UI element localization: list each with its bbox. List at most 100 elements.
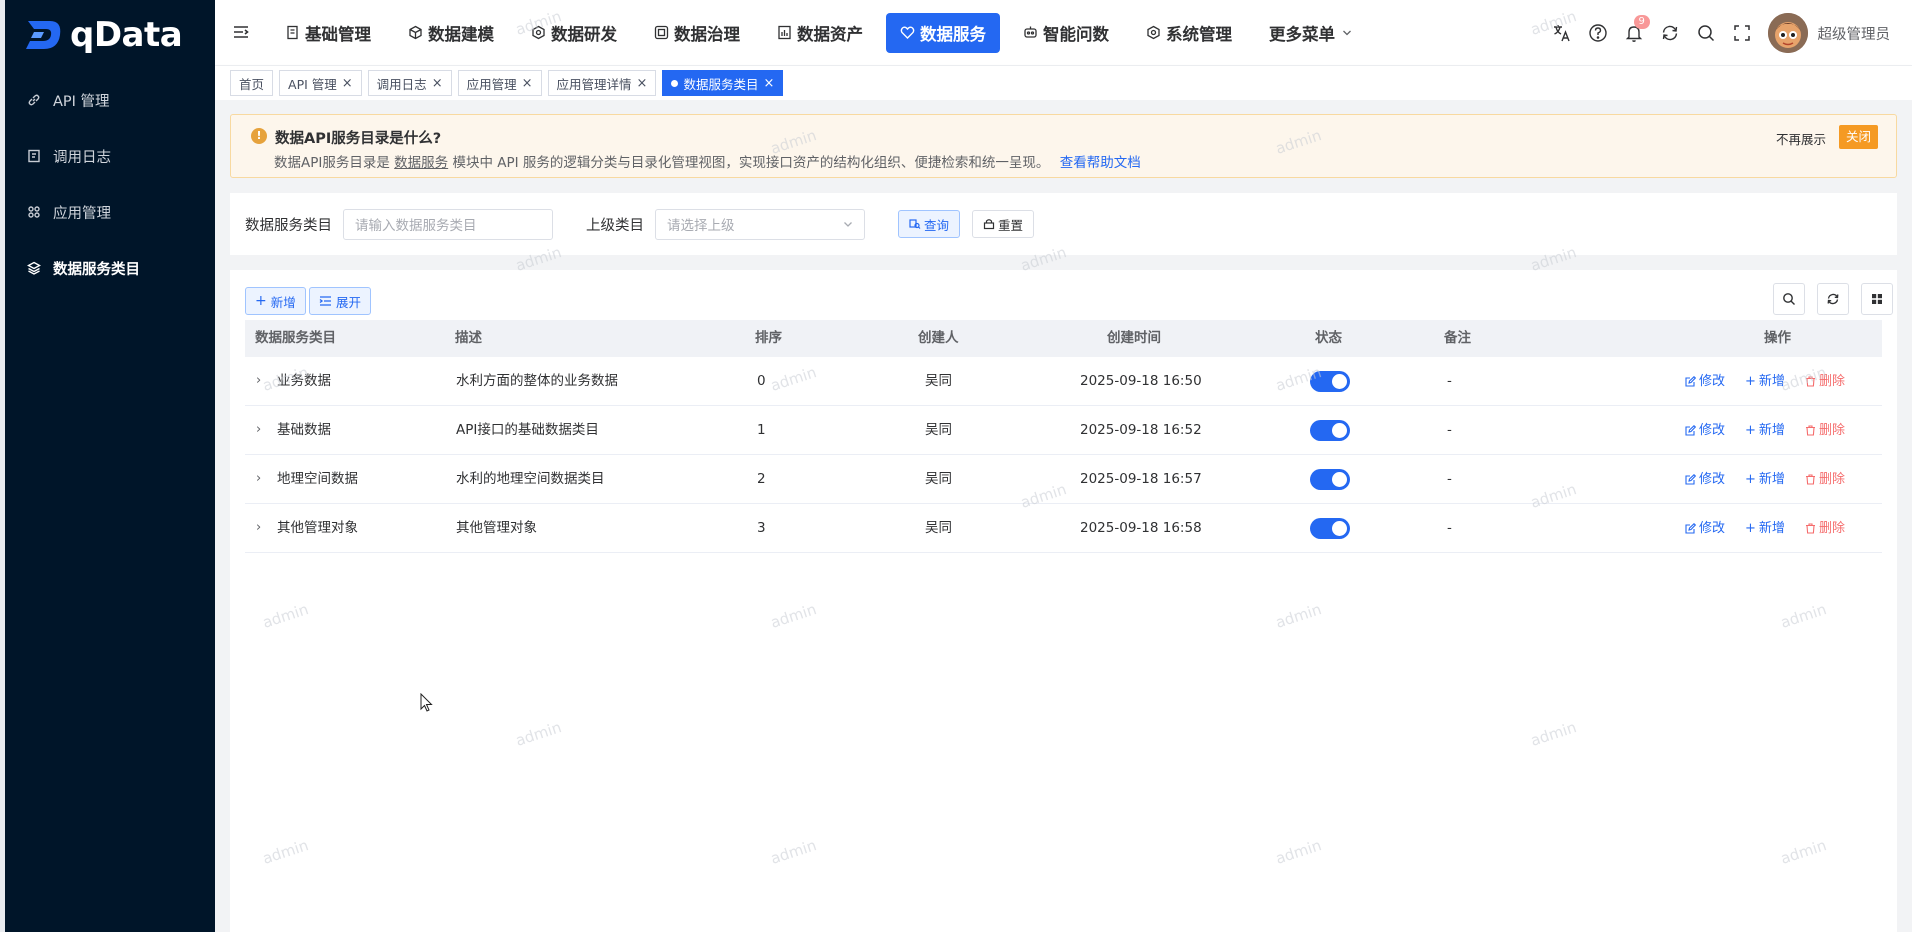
layers-icon [27,261,41,275]
cell-remark: - [1447,422,1452,438]
tag-app[interactable]: 应用管理 × [457,70,542,96]
close-icon[interactable]: × [522,76,533,91]
help-icon[interactable] [1588,23,1608,43]
logo[interactable]: qData [5,0,215,70]
delete-button[interactable]: 删除 [1805,504,1855,553]
bell-icon[interactable]: 9 [1624,15,1650,43]
add-button[interactable]: + 新增 [245,287,306,315]
refresh-icon[interactable] [1660,23,1680,43]
status-switch[interactable] [1310,469,1350,490]
cell-created-time: 2025-09-18 16:57 [1080,471,1202,487]
tag-app-detail[interactable]: 应用管理详情 × [547,70,657,96]
row-actions: 修改 + 新增 删除 [1685,357,1865,406]
tag-api[interactable]: API 管理 × [279,70,362,96]
tag-home[interactable]: 首页 [230,70,274,96]
expand-arrow-icon[interactable]: › [256,455,261,502]
sidebar-item-api[interactable]: API 管理 [5,72,215,128]
status-switch[interactable] [1310,518,1350,539]
add-child-button[interactable]: + 新增 [1745,357,1795,406]
app-icon [27,205,41,219]
nav-item-governance[interactable]: 数据治理 [640,13,754,53]
tag-label: 首页 [239,76,265,92]
add-label: 新增 [1758,423,1785,438]
cell-creator: 吴同 [925,422,952,438]
help-doc-link[interactable]: 查看帮助文档 [1060,155,1141,171]
cell-desc: 水利的地理空间数据类目 [456,471,605,487]
close-icon[interactable]: × [763,76,774,91]
nav-item-dev[interactable]: 数据研发 [517,13,631,53]
add-child-button[interactable]: + 新增 [1745,406,1795,455]
expand-button[interactable]: 展开 [309,287,372,315]
parent-select[interactable]: 请选择上级 [655,208,865,240]
nav-item-label: 更多菜单 [1269,24,1335,44]
edit-button[interactable]: 修改 [1685,357,1735,406]
add-child-button[interactable]: + 新增 [1745,455,1795,504]
dont-show-again-button[interactable]: 不再展示 [1776,129,1826,148]
tag-label: 应用管理详情 [556,76,632,92]
cell-category: 业务数据 [277,373,331,389]
nav-item-basic[interactable]: 基础管理 [271,13,385,53]
edit-label: 修改 [1699,423,1726,438]
nav-item-system[interactable]: 系统管理 [1132,13,1246,53]
sidebar-item-log[interactable]: 调用日志 [5,128,215,184]
translate-icon[interactable] [1552,23,1572,43]
table-row[interactable]: › 基础数据 API接口的基础数据类目 1 吴同 2025-09-18 16:5… [245,406,1882,455]
fullscreen-icon[interactable] [1732,23,1752,43]
cell-creator: 吴同 [925,520,952,536]
table-row[interactable]: › 业务数据 水利方面的整体的业务数据 0 吴同 2025-09-18 16:5… [245,357,1882,406]
nav-item-ai[interactable]: 智能问数 [1009,13,1123,53]
sidebar-item-category[interactable]: 数据服务类目 [5,240,215,296]
avatar[interactable] [1767,13,1808,53]
tag-category[interactable]: 数据服务类目 × [662,70,784,96]
edit-button[interactable]: 修改 [1685,504,1735,553]
table-row[interactable]: › 其他管理对象 其他管理对象 3 吴同 2025-09-18 16:58 - … [245,504,1882,553]
reset-button[interactable]: 重置 [972,210,1035,238]
nav-item-asset[interactable]: 数据资产 [763,13,877,53]
delete-button[interactable]: 删除 [1805,357,1855,406]
header-tools: 9 超级管理员 [1552,0,1912,66]
sidebar-menu: API 管理 调用日志 应用管理 数据服务类目 [5,72,215,296]
delete-button[interactable]: 删除 [1805,455,1855,504]
close-icon[interactable]: × [342,76,353,91]
query-button[interactable]: 查询 [898,210,961,238]
sidebar-item-label: 应用管理 [53,205,111,222]
notice-inline-link[interactable]: 数据服务 [394,155,448,171]
close-notice-button[interactable]: 关闭 [1838,125,1878,149]
edit-label: 修改 [1699,472,1726,487]
sidebar-item-app[interactable]: 应用管理 [5,184,215,240]
expand-arrow-icon[interactable]: › [256,357,261,404]
search-icon [1783,293,1795,305]
column-settings-button[interactable] [1861,283,1893,315]
row-actions: 修改 + 新增 删除 [1685,455,1865,504]
col-category: 数据服务类目 [255,330,336,346]
edit-button[interactable]: 修改 [1685,406,1735,455]
edit-button[interactable]: 修改 [1685,455,1735,504]
nav-item-more[interactable]: 更多菜单 [1255,13,1370,53]
link-icon [27,93,41,107]
category-input[interactable]: 请输入数据服务类目 [343,208,553,240]
user-name[interactable]: 超级管理员 [1818,23,1891,44]
search-icon[interactable] [1696,23,1716,43]
table-header: 数据服务类目 描述 排序 创建人 创建时间 状态 备注 操作 [245,320,1882,357]
toggle-search-button[interactable] [1773,283,1805,315]
delete-button[interactable]: 删除 [1805,406,1855,455]
chevron-down-icon [844,222,852,227]
close-icon[interactable]: × [432,76,443,91]
status-switch[interactable] [1310,371,1350,392]
nav-item-service[interactable]: 数据服务 [886,12,1000,53]
nav-item-modeling[interactable]: 数据建模 [394,13,508,53]
help-notice: ! 数据API服务目录是什么? 数据API服务目录是 数据服务 模块中 API … [230,114,1897,178]
refresh-table-button[interactable] [1817,283,1849,315]
table-row[interactable]: › 地理空间数据 水利的地理空间数据类目 2 吴同 2025-09-18 16:… [245,455,1882,504]
sidebar-item-label: 调用日志 [53,149,111,166]
status-switch[interactable] [1310,420,1350,441]
delete-label: 删除 [1818,472,1845,487]
edit-icon [1685,425,1696,436]
add-child-button[interactable]: + 新增 [1745,504,1795,553]
close-icon[interactable]: × [637,76,648,91]
robot-icon [1023,25,1038,40]
tag-log[interactable]: 调用日志 × [367,70,452,96]
expand-arrow-icon[interactable]: › [256,504,261,551]
expand-arrow-icon[interactable]: › [256,406,261,453]
menu-fold-icon[interactable] [231,22,253,44]
